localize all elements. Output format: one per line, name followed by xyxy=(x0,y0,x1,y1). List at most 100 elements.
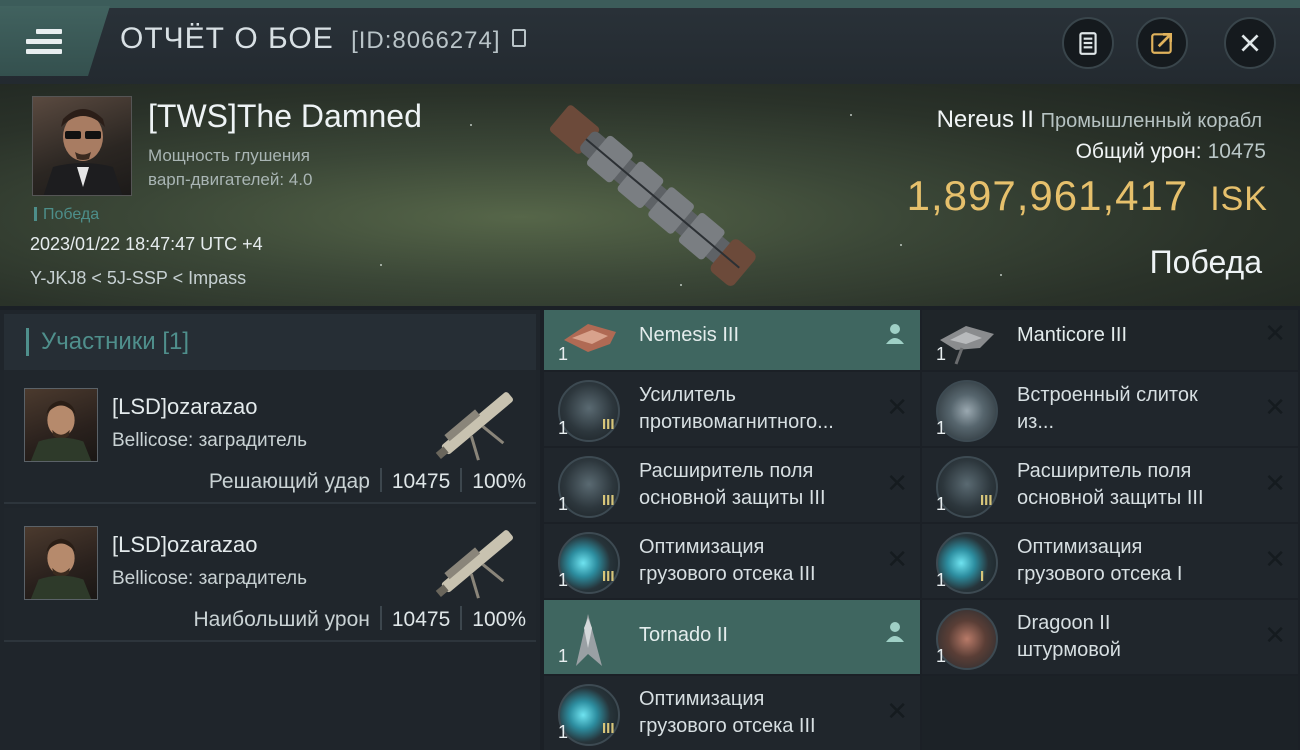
item-quantity: 1 xyxy=(936,418,947,438)
attacker-name[interactable]: [LSD]ozarazao xyxy=(112,532,258,558)
item-name-line1: Оптимизация xyxy=(639,688,765,710)
total-damage-label: Общий урон: xyxy=(1075,140,1202,163)
attacker-name[interactable]: [LSD]ozarazao xyxy=(112,394,258,420)
header-bar: ОТЧЁТ О БОЕ [ID:8066274] xyxy=(0,0,1300,84)
attacker-role: Наибольший урон xyxy=(193,608,370,631)
item-row[interactable]: 1 III Оптимизация грузового отсека III ✕ xyxy=(544,524,920,598)
close-button[interactable] xyxy=(1224,17,1276,69)
battle-result: Победа xyxy=(1149,244,1262,280)
item-quantity: 1 xyxy=(558,418,569,438)
destroyed-mark-icon: ✕ xyxy=(886,392,908,422)
header-accent-line xyxy=(0,0,1300,8)
attacker-avatar[interactable] xyxy=(24,526,98,600)
item-name-line2: грузового отсека III xyxy=(639,563,816,585)
item-name-line2: грузового отсека I xyxy=(1017,563,1183,585)
battle-datetime: 2023/01/22 18:47:47 UTC +4 xyxy=(30,234,263,254)
isk-currency: ISK xyxy=(1210,180,1268,218)
item-row[interactable]: 1 III Оптимизация грузового отсека III ✕ xyxy=(544,676,920,750)
item-name: Оптимизация грузового отсека III xyxy=(639,534,884,588)
attacker-stats: Наибольший урон 10475 100% xyxy=(193,606,526,632)
item-level: III xyxy=(602,720,615,737)
item-row[interactable]: 1 I Оптимизация грузового отсека I ✕ xyxy=(922,524,1298,598)
battle-report-screen: ОТЧЁТ О БОЕ [ID:8066274] [TWS]The Damned… xyxy=(0,0,1300,750)
item-name-line2: основной защиты III xyxy=(1017,487,1204,509)
attacker-percent: 100% xyxy=(472,470,526,493)
person-icon[interactable] xyxy=(884,620,906,644)
victim-avatar[interactable] xyxy=(32,96,132,196)
item-row[interactable]: 1 III Расширитель поля основной защиты II… xyxy=(544,448,920,522)
item-name-line2: из... xyxy=(1017,411,1055,433)
item-name-line2: штурмовой xyxy=(1017,639,1121,661)
item-level: III xyxy=(980,492,993,509)
victim-attribute-line2: варп-двигателей: 4.0 xyxy=(148,170,313,189)
star xyxy=(900,244,902,246)
menu-button[interactable] xyxy=(0,6,110,76)
item-name: Tornado II xyxy=(639,624,728,646)
item-quantity: 1 xyxy=(936,646,947,666)
item-quantity: 1 xyxy=(558,722,569,742)
destroyed-mark-icon: ✕ xyxy=(1264,392,1286,422)
destroyed-mark-icon: ✕ xyxy=(886,468,908,498)
item-name: Усилитель противомагнитного... xyxy=(639,382,884,436)
item-name: Расширитель поля основной защиты III xyxy=(1017,458,1262,512)
item-row-ship[interactable]: 1 Tornado II xyxy=(544,600,920,674)
item-quantity: 1 xyxy=(558,570,569,590)
item-name-line1: Dragoon II xyxy=(1017,612,1111,634)
item-row-ship[interactable]: 1 Manticore III ✕ xyxy=(922,310,1298,370)
clipboard-button[interactable] xyxy=(1062,17,1114,69)
item-name-line2: грузового отсека III xyxy=(639,715,816,737)
divider xyxy=(460,468,463,492)
item-row-ship[interactable]: 1 Nemesis III xyxy=(544,310,920,370)
attacker-card[interactable]: [LSD]ozarazao Bellicose: заградитель Наи… xyxy=(4,508,536,642)
item-level: III xyxy=(602,568,615,585)
item-name-line1: Оптимизация xyxy=(1017,536,1143,558)
item-row[interactable]: 1 Встроенный слиток из... ✕ xyxy=(922,372,1298,446)
battle-location[interactable]: Y-JKJ8 < 5J-SSP < Impass xyxy=(30,268,246,289)
clipboard-icon xyxy=(1079,32,1097,55)
destroyed-mark-icon: ✕ xyxy=(1264,620,1286,650)
copy-id-icon[interactable] xyxy=(511,29,526,48)
item-name: Manticore III xyxy=(1017,324,1128,346)
attacker-damage: 10475 xyxy=(391,608,451,631)
star xyxy=(380,264,382,266)
victim-attribute-line1: Мощность глушения xyxy=(148,146,310,165)
participants-title: Участники [1] xyxy=(26,328,189,356)
total-damage: Общий урон: 10475 xyxy=(1076,140,1266,164)
victim-summary: [TWS]The Damned Мощность глушения варп-д… xyxy=(0,84,1300,306)
attacker-ship-image xyxy=(435,530,513,599)
participants-header[interactable]: Участники [1] xyxy=(4,314,536,370)
result-tag: Победа xyxy=(34,206,99,224)
item-level: III xyxy=(602,416,615,433)
item-name: Dragoon II штурмовой xyxy=(1017,610,1262,664)
destroyed-mark-icon: ✕ xyxy=(886,696,908,726)
attacker-card[interactable]: [LSD]ozarazao Bellicose: заградитель Реш… xyxy=(4,370,536,504)
attacker-avatar[interactable] xyxy=(24,388,98,462)
item-row[interactable]: 1 III Усилитель противомагнитного... ✕ xyxy=(544,372,920,446)
item-quantity: 1 xyxy=(558,494,569,514)
item-level: III xyxy=(602,492,615,509)
item-quantity: 1 xyxy=(936,494,947,514)
attacker-ship: Bellicose: заградитель xyxy=(112,430,308,451)
empty-slot xyxy=(922,676,1298,750)
item-name-line2: основной защиты III xyxy=(639,487,826,509)
item-row[interactable]: 1 III Расширитель поля основной защиты II… xyxy=(922,448,1298,522)
victim-ship-class: Промышленный корабл xyxy=(1040,110,1262,132)
item-quantity: 1 xyxy=(558,344,569,364)
item-name-line1: Усилитель xyxy=(639,384,736,406)
victim-name[interactable]: [TWS]The Damned xyxy=(148,98,422,135)
share-button[interactable] xyxy=(1136,17,1188,69)
item-name-line1: Встроенный слиток xyxy=(1017,384,1198,406)
item-name: Nemesis III xyxy=(639,324,740,346)
share-icon xyxy=(1151,32,1173,54)
item-row[interactable]: 1 Dragoon II штурмовой ✕ xyxy=(922,600,1298,674)
victim-ship-image xyxy=(549,105,756,286)
star xyxy=(850,114,852,116)
item-name: Встроенный слиток из... xyxy=(1017,382,1262,436)
victim-ship[interactable]: Nereus II Промышленный корабл xyxy=(937,106,1262,134)
person-icon[interactable] xyxy=(884,322,906,346)
participants-panel: Участники [1] [LSD]ozarazao Bellicose: з… xyxy=(0,310,540,750)
star xyxy=(470,124,472,126)
item-name: Оптимизация грузового отсека I xyxy=(1017,534,1262,588)
destroyed-mark-icon: ✕ xyxy=(1264,468,1286,498)
isk-value: 1,897,961,417 ISK xyxy=(907,172,1268,220)
